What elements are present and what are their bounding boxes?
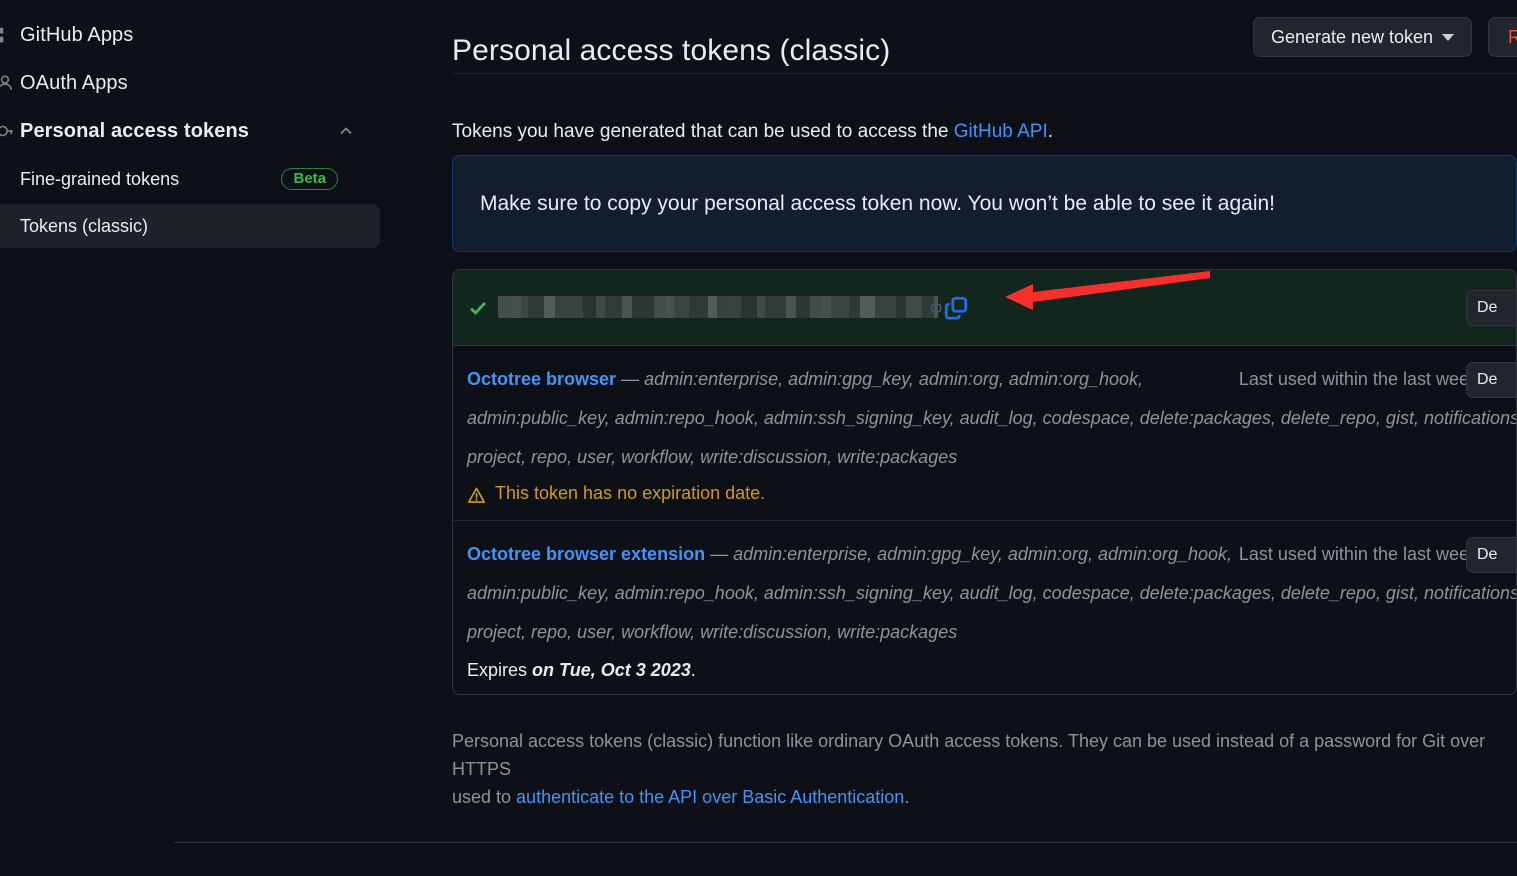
token-expiry-warning-text: This token has no expiration date. bbox=[495, 483, 766, 503]
token-scopes-line-2: admin:public_key, admin:repo_hook, admin… bbox=[467, 583, 1517, 603]
key-icon bbox=[0, 120, 16, 142]
revoke-all-label: Re bbox=[1508, 26, 1517, 47]
person-icon bbox=[0, 72, 16, 94]
token-scopes-line-1: admin:enterprise, admin:gpg_key, admin:o… bbox=[733, 544, 1233, 564]
sidebar-item-label: Fine-grained tokens bbox=[20, 168, 180, 189]
delete-token-label: De bbox=[1477, 298, 1498, 316]
token-scopes-line-3: project, repo, user, workflow, write:dis… bbox=[467, 447, 958, 467]
chevron-down-icon bbox=[1442, 33, 1455, 41]
new-token-row: De bbox=[453, 270, 1516, 346]
chevron-up-icon[interactable] bbox=[338, 123, 354, 139]
redacted-token-value bbox=[498, 296, 938, 318]
tokens-list: De Octotree browser — admin:enterprise, … bbox=[452, 269, 1517, 695]
sidebar-item-label: Personal access tokens bbox=[20, 119, 249, 142]
footer-line-2-after: . bbox=[904, 787, 910, 807]
delete-token-button[interactable]: De bbox=[1466, 537, 1516, 573]
sidebar-item-label: Tokens (classic) bbox=[20, 215, 149, 236]
sidebar-item-personal-access-tokens[interactable]: Personal access tokens bbox=[0, 114, 380, 148]
page-bottom-divider bbox=[174, 842, 1517, 843]
copy-token-flash-banner: Make sure to copy your personal access t… bbox=[452, 155, 1517, 252]
intro-text: Tokens you have generated that can be us… bbox=[452, 121, 1053, 143]
token-dash: — bbox=[705, 544, 734, 564]
token-entry: Octotree browser extension — admin:enter… bbox=[453, 520, 1517, 694]
sidebar-item-label: GitHub Apps bbox=[20, 23, 134, 46]
apps-icon bbox=[0, 24, 16, 46]
alert-triangle-icon bbox=[467, 484, 486, 503]
token-name-link[interactable]: Octotree browser extension bbox=[467, 544, 705, 564]
token-expiry-date-line: Expires on Tue, Oct 3 2023. bbox=[467, 655, 1516, 685]
delete-token-label: De bbox=[1477, 546, 1498, 563]
github-settings-page: GitHub Apps OAuth Apps Personal access t… bbox=[0, 0, 1517, 876]
delete-token-button[interactable]: De bbox=[1466, 362, 1516, 398]
sidebar-item-github-apps[interactable]: GitHub Apps bbox=[0, 18, 380, 52]
copy-token-icon[interactable] bbox=[943, 295, 969, 321]
footer-line-2: used to authenticate to the API over Bas… bbox=[452, 783, 1517, 811]
intro-text-after: . bbox=[1047, 121, 1054, 142]
sidebar-item-oauth-apps[interactable]: OAuth Apps bbox=[0, 66, 380, 100]
sidebar-item-label: OAuth Apps bbox=[20, 71, 128, 94]
main-content: Personal access tokens (classic) Generat… bbox=[452, 0, 1517, 876]
footer-line-1: Personal access tokens (classic) functio… bbox=[452, 731, 1486, 779]
token-header-line: Octotree browser — admin:enterprise, adm… bbox=[467, 360, 1516, 399]
token-scopes-line-3: project, repo, user, workflow, write:dis… bbox=[467, 622, 958, 642]
flash-message: Make sure to copy your personal access t… bbox=[480, 191, 1275, 215]
token-expiry-suffix: . bbox=[690, 660, 696, 680]
token-header-line: Octotree browser extension — admin:enter… bbox=[467, 535, 1516, 574]
revoke-all-button[interactable]: Re bbox=[1488, 17, 1517, 57]
token-scopes-line-1: admin:enterprise, admin:gpg_key, admin:o… bbox=[644, 369, 1144, 389]
token-dash: — bbox=[616, 369, 645, 389]
settings-sidebar: GitHub Apps OAuth Apps Personal access t… bbox=[0, 0, 400, 876]
sidebar-item-tokens-classic[interactable]: Tokens (classic) bbox=[0, 204, 380, 248]
token-scopes-line-2: admin:public_key, admin:repo_hook, admin… bbox=[467, 408, 1517, 428]
token-last-used: Last used within the last week bbox=[1238, 369, 1478, 389]
check-icon bbox=[468, 298, 488, 318]
footer-description: Personal access tokens (classic) functio… bbox=[452, 727, 1517, 811]
basic-authentication-link[interactable]: authenticate to the API over Basic Authe… bbox=[516, 787, 904, 807]
github-api-link[interactable]: GitHub API bbox=[954, 121, 1048, 142]
token-value-tail-icon bbox=[930, 301, 944, 315]
token-expiry-date: on Tue, Oct 3 2023 bbox=[532, 660, 691, 680]
header-divider bbox=[452, 73, 1517, 74]
sidebar-item-fine-grained-tokens[interactable]: Fine-grained tokens Beta bbox=[0, 162, 380, 196]
token-last-used: Last used within the last week bbox=[1238, 544, 1478, 564]
delete-token-button[interactable]: De bbox=[1466, 289, 1516, 326]
token-name-link[interactable]: Octotree browser bbox=[467, 369, 616, 389]
intro-text-before: Tokens you have generated that can be us… bbox=[452, 121, 954, 142]
token-expiry-prefix: Expires bbox=[467, 660, 533, 680]
generate-new-token-label: Generate new token bbox=[1270, 26, 1434, 47]
page-title: Personal access tokens (classic) bbox=[452, 34, 891, 68]
token-expiry-warning: This token has no expiration date. bbox=[467, 478, 1516, 508]
token-entry: Octotree browser — admin:enterprise, adm… bbox=[453, 346, 1516, 520]
generate-new-token-button[interactable]: Generate new token bbox=[1253, 17, 1472, 57]
beta-badge: Beta bbox=[281, 168, 338, 190]
delete-token-label: De bbox=[1477, 371, 1498, 388]
footer-line-2-before: used to bbox=[452, 787, 517, 807]
